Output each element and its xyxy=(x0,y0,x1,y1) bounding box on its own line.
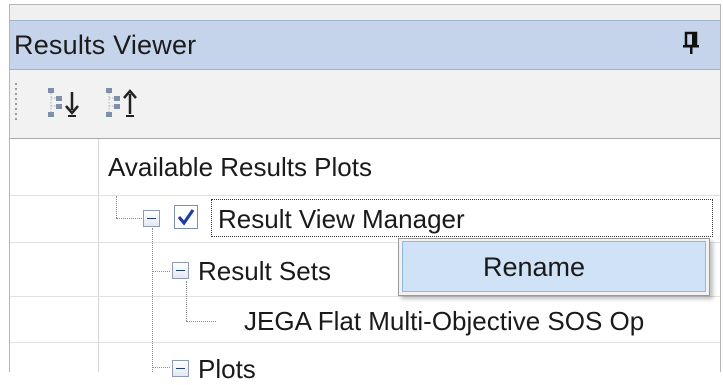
tree-connector xyxy=(152,367,170,368)
panel-title: Results Viewer xyxy=(14,30,197,60)
toolbar-grip xyxy=(15,83,17,120)
tree-connector xyxy=(116,196,117,218)
tree-item-plots[interactable]: Plots xyxy=(198,354,256,385)
rename-menu-label[interactable]: Rename xyxy=(483,252,585,283)
tree-connector xyxy=(152,271,170,272)
collapse-toggle[interactable] xyxy=(172,360,189,377)
result-view-manager-checkbox[interactable] xyxy=(174,205,198,229)
tree-connector xyxy=(152,228,153,372)
pin-icon[interactable] xyxy=(680,30,702,56)
tree-item-result-sets[interactable]: Result Sets xyxy=(198,256,331,287)
tree-item-jega-result[interactable]: JEGA Flat Multi-Objective SOS Op xyxy=(244,306,644,337)
tree-connector xyxy=(186,321,216,322)
checkbox-checked-icon xyxy=(177,209,195,226)
collapse-all-icon[interactable] xyxy=(100,82,144,122)
collapse-toggle[interactable] xyxy=(143,210,160,227)
tree-connector xyxy=(116,218,142,219)
expand-all-icon[interactable] xyxy=(42,82,86,122)
selection-focus-rect xyxy=(211,199,713,237)
tree-connector xyxy=(186,281,187,321)
row-divider xyxy=(10,296,720,297)
collapse-toggle[interactable] xyxy=(172,262,189,279)
tree-header: Available Results Plots xyxy=(108,152,372,182)
row-divider xyxy=(10,342,720,343)
tree-margin-column xyxy=(10,139,99,372)
